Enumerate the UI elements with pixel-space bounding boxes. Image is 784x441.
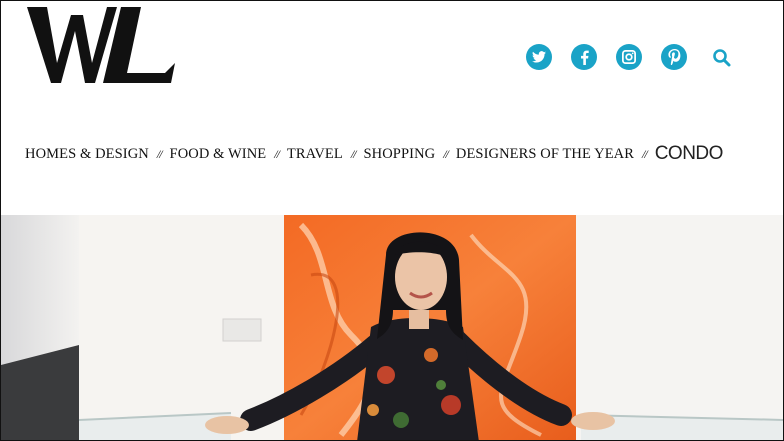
nav-separator: // xyxy=(642,146,648,161)
instagram-icon[interactable] xyxy=(616,44,642,70)
nav-shopping[interactable]: SHOPPING xyxy=(364,146,436,163)
nav-homes-design[interactable]: HOMES & DESIGN xyxy=(25,146,149,163)
nav-separator: // xyxy=(443,146,449,161)
nav-designers-of-the-year[interactable]: DESIGNERS OF THE YEAR xyxy=(456,146,634,163)
pinterest-icon[interactable] xyxy=(661,44,687,70)
facebook-icon[interactable] xyxy=(571,44,597,70)
hero-image[interactable] xyxy=(1,215,784,441)
nav-food-wine[interactable]: FOOD & WINE xyxy=(170,146,267,163)
main-nav: HOMES & DESIGN // FOOD & WINE // TRAVEL … xyxy=(25,143,724,165)
nav-travel[interactable]: TRAVEL xyxy=(287,146,343,163)
nav-separator: // xyxy=(156,146,163,161)
twitter-icon[interactable] xyxy=(526,44,552,70)
nav-separator: // xyxy=(274,146,280,161)
social-links xyxy=(1,44,783,70)
page-frame: HOMES & DESIGN // FOOD & WINE // TRAVEL … xyxy=(0,0,784,441)
nav-separator: // xyxy=(350,146,357,161)
search-icon[interactable] xyxy=(712,48,732,68)
nav-condo[interactable]: CONDO xyxy=(655,143,724,165)
